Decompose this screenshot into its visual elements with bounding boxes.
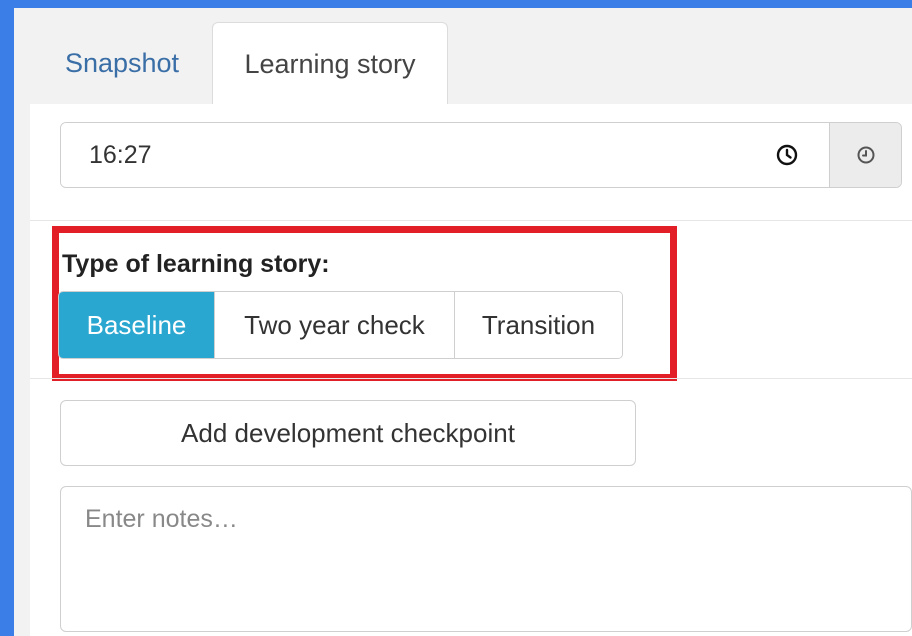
story-type-label: Type of learning story: [62,250,330,278]
tab-learning-story[interactable]: Learning story [212,22,448,105]
time-picker-button[interactable] [829,123,901,187]
notes-textarea[interactable]: Enter notes… [60,486,912,632]
divider [30,220,912,221]
time-input[interactable]: 16:27 [61,123,829,187]
tab-snapshot[interactable]: Snapshot [42,22,202,104]
learning-story-panel: Snapshot Learning story 16:27 Type of le… [14,8,912,636]
time-picker: 16:27 [60,122,902,188]
story-type-two-year-check-button[interactable]: Two year check [214,292,454,358]
time-value: 16:27 [89,140,152,169]
notes-placeholder: Enter notes… [85,505,238,533]
clock-icon[interactable] [775,143,799,167]
tab-content: 16:27 Type of learning story: Baseline T… [30,104,912,636]
story-type-transition-button[interactable]: Transition [454,292,622,358]
divider [30,378,912,379]
add-development-checkpoint-button[interactable]: Add development checkpoint [60,400,636,466]
story-type-baseline-button[interactable]: Baseline [59,292,214,358]
clock-icon [857,146,874,164]
story-type-selector: Baseline Two year check Transition [58,291,623,359]
